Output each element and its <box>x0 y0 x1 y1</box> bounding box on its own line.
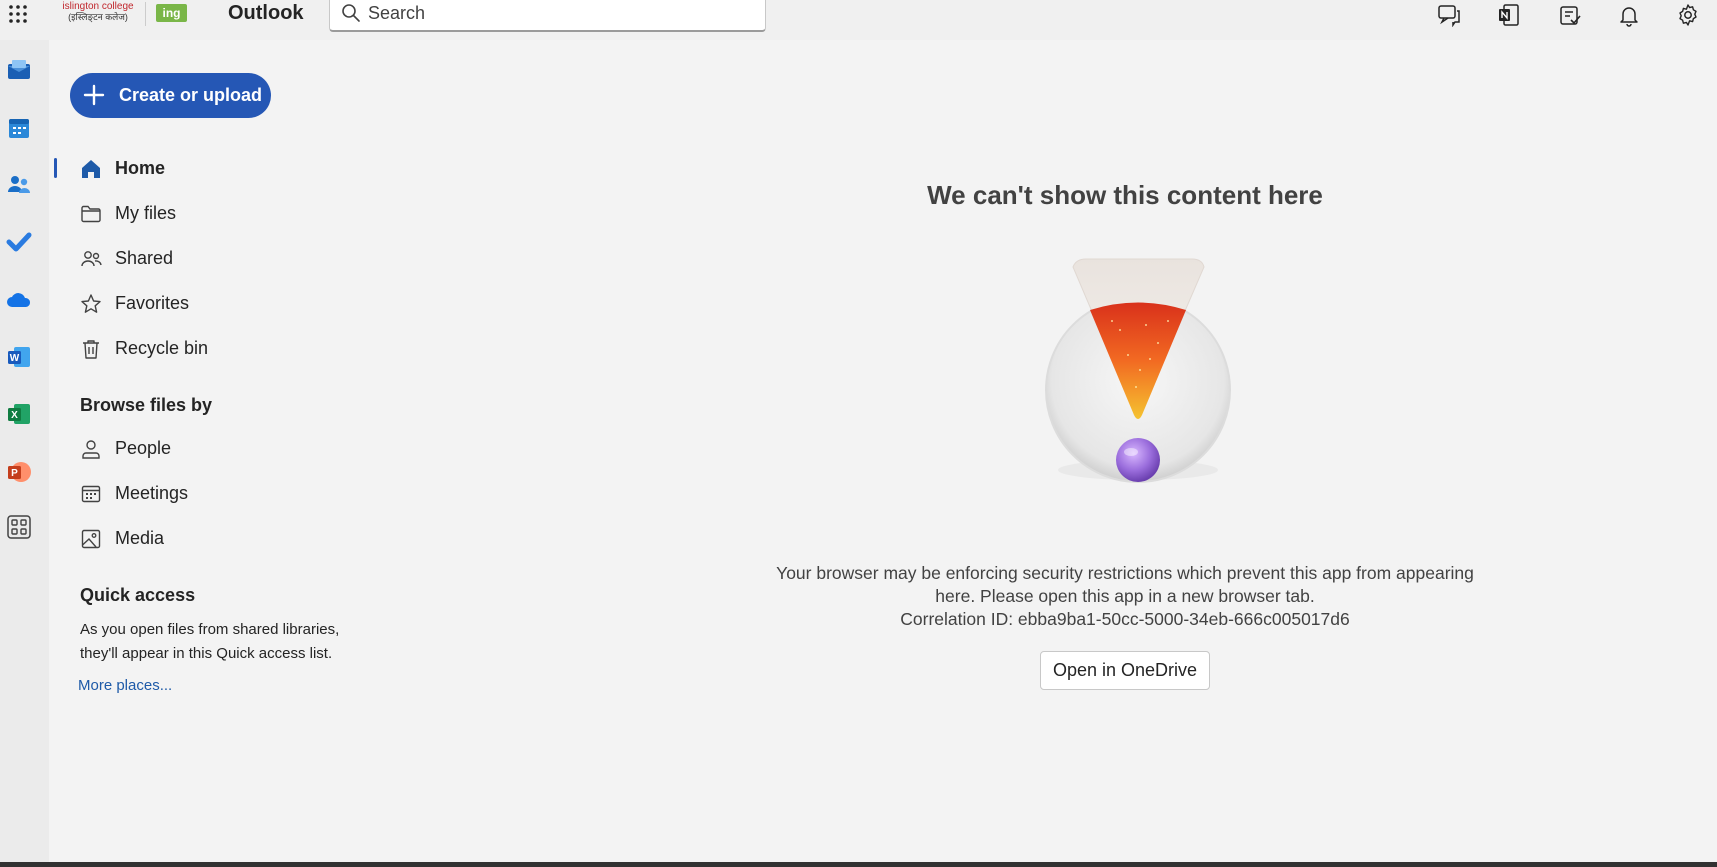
nav-item-home[interactable]: Home <box>80 155 340 183</box>
more-apps-icon[interactable] <box>6 514 32 540</box>
chat-icon[interactable] <box>1435 1 1463 29</box>
nav-item-label: Favorites <box>115 293 190 313</box>
nav-item-meetings[interactable]: Meetings <box>80 480 340 508</box>
error-message: Your browser may be enforcing security r… <box>755 562 1495 631</box>
star-icon <box>81 294 101 313</box>
org-logo-subtitle: (इस्लिङ्टन कलेज) <box>68 12 128 22</box>
onenote-icon[interactable] <box>1495 1 1523 29</box>
org-logo-name: islington college <box>62 1 134 12</box>
org-badge: ing <box>156 4 187 22</box>
browse-files-heading: Browse files by <box>80 395 213 415</box>
more-places-link[interactable]: More places... <box>78 677 172 694</box>
error-message-text: Your browser may be enforcing security r… <box>776 563 1474 606</box>
settings-gear-icon[interactable] <box>1674 1 1702 29</box>
nav-item-label: Home <box>115 158 166 178</box>
svg-text:W: W <box>10 353 20 364</box>
calendar-app-icon[interactable] <box>6 115 32 141</box>
error-title: We can't show this content here <box>927 180 1323 210</box>
nav-item-recycle-bin[interactable]: Recycle bin <box>80 335 340 363</box>
nav-item-label: People <box>115 438 172 458</box>
app-rail: W X P <box>0 40 49 862</box>
org-logo[interactable]: islington college (इस्लिङ्टन कलेज) <box>56 1 140 27</box>
mail-app-icon[interactable] <box>6 57 32 83</box>
todo-app-icon[interactable] <box>6 229 32 255</box>
folder-icon <box>81 205 101 223</box>
bottom-edge <box>0 862 1717 867</box>
app-launcher-icon[interactable] <box>6 2 30 26</box>
svg-text:X: X <box>11 410 18 421</box>
people-icon <box>81 251 102 267</box>
person-icon <box>82 440 100 459</box>
nav-item-shared[interactable]: Shared <box>80 245 340 273</box>
search-icon <box>342 4 360 22</box>
excel-app-icon[interactable]: X <box>6 401 32 427</box>
top-bar: islington college (इस्लिङ्टन कलेज) ing O… <box>0 0 1717 40</box>
create-or-upload-label: Create or upload <box>119 85 263 105</box>
nav-item-favorites[interactable]: Favorites <box>80 290 340 318</box>
home-icon <box>82 160 100 178</box>
create-or-upload-button[interactable]: Create or upload <box>70 73 271 118</box>
brand-divider <box>145 2 146 26</box>
word-app-icon[interactable]: W <box>6 344 32 370</box>
app-title[interactable]: Outlook <box>228 2 304 25</box>
nav-item-label: My files <box>115 203 177 223</box>
quick-access-heading: Quick access <box>80 585 196 605</box>
search-input[interactable] <box>368 1 748 25</box>
warning-exclamation-illustration <box>1045 258 1231 483</box>
nav-item-people[interactable]: People <box>80 435 340 463</box>
bell-icon[interactable] <box>1615 1 1643 29</box>
plus-icon <box>83 84 105 106</box>
nav-item-label: Shared <box>115 248 174 268</box>
trash-icon <box>83 340 99 359</box>
image-icon <box>81 529 101 549</box>
open-in-onedrive-button[interactable]: Open in OneDrive <box>1040 651 1210 690</box>
nav-item-label: Recycle bin <box>115 338 209 358</box>
onedrive-app-icon[interactable] <box>6 287 32 313</box>
powerpoint-app-icon[interactable]: P <box>6 459 32 485</box>
nav-item-media[interactable]: Media <box>80 525 340 553</box>
correlation-id: Correlation ID: ebba9ba1-50cc-5000-34eb-… <box>900 609 1350 629</box>
nav-item-label: Meetings <box>115 483 189 503</box>
tasks-icon[interactable] <box>1556 1 1584 29</box>
nav-item-label: Media <box>115 528 165 548</box>
people-app-icon[interactable] <box>6 172 32 198</box>
active-indicator <box>54 158 57 178</box>
svg-text:P: P <box>11 468 18 479</box>
search-box[interactable] <box>329 0 766 32</box>
quick-access-description: As you open files from shared libraries,… <box>80 621 340 662</box>
nav-item-my-files[interactable]: My files <box>80 200 340 228</box>
calendar-icon <box>81 485 101 503</box>
